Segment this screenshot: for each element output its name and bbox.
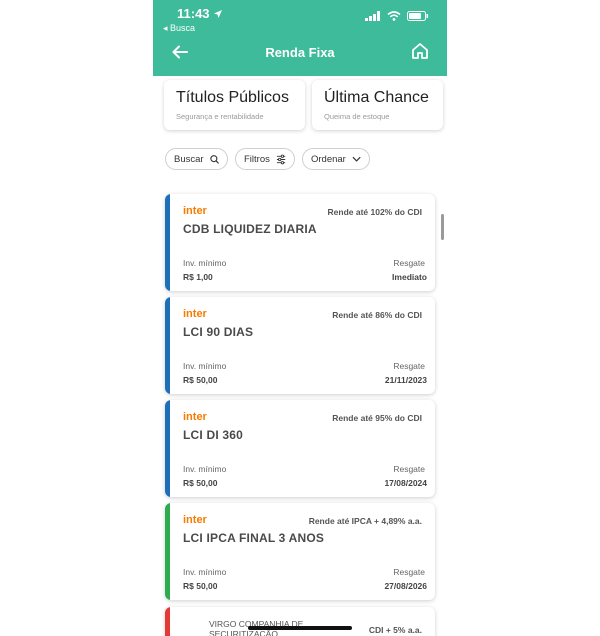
- redemption-value: 27/08/2026: [384, 581, 427, 591]
- product-card[interactable]: inter Rende até 102% do CDI CDB LIQUIDEZ…: [165, 194, 435, 291]
- product-stripe: [165, 194, 170, 291]
- min-investment-value: R$ 50,00: [183, 375, 218, 385]
- signal-icon: [365, 11, 380, 21]
- search-icon: [209, 154, 219, 164]
- chevron-down-icon: [352, 156, 361, 162]
- home-indicator[interactable]: [248, 626, 352, 630]
- product-card[interactable]: inter Rende até 95% do CDI LCI DI 360 In…: [165, 400, 435, 497]
- search-button[interactable]: Buscar: [165, 148, 228, 170]
- issuer-logo: inter: [183, 514, 207, 526]
- product-name: LCI IPCA FINAL 3 ANOS: [183, 531, 325, 545]
- product-stripe: [165, 503, 170, 600]
- product-rate: Rende até 86% do CDI: [332, 310, 422, 320]
- category-title: Títulos Públicos: [176, 89, 289, 106]
- min-investment-label: Inv. mínimo: [183, 361, 227, 371]
- phone-screen: 11:43 ◂ Busca Renda Fixa Títulos Público…: [153, 0, 447, 636]
- min-investment-label: Inv. mínimo: [183, 258, 227, 268]
- product-card[interactable]: inter Rende até IPCA + 4,89% a.a. LCI IP…: [165, 503, 435, 600]
- filters-button[interactable]: Filtros: [235, 148, 295, 170]
- location-arrow-icon: [213, 9, 222, 18]
- redemption-label: Resgate: [393, 464, 425, 474]
- product-rate: Rende até 102% do CDI: [327, 207, 422, 217]
- redemption-label: Resgate: [393, 567, 425, 577]
- wifi-icon: [387, 11, 401, 21]
- category-subtitle: Segurança e rentabilidade: [176, 112, 264, 121]
- category-title: Última Chance: [324, 89, 429, 106]
- product-name: CDB LIQUIDEZ DIARIA: [183, 222, 317, 236]
- sort-button[interactable]: Ordenar: [302, 148, 370, 170]
- product-name: LCI DI 360: [183, 428, 244, 442]
- header-bar: 11:43 ◂ Busca Renda Fixa: [153, 0, 447, 76]
- redemption-value: 17/08/2024: [384, 478, 427, 488]
- status-icons: [365, 11, 429, 21]
- issuer-logo: inter: [183, 411, 207, 423]
- product-stripe: [165, 297, 170, 394]
- redemption-value: 21/11/2023: [384, 375, 427, 385]
- product-rate: Rende até 95% do CDI: [332, 413, 422, 423]
- product-stripe: [165, 400, 170, 497]
- redemption-label: Resgate: [393, 258, 425, 268]
- product-stripe: [165, 607, 170, 636]
- min-investment-label: Inv. mínimo: [183, 567, 227, 577]
- redemption-value: Imediato: [392, 272, 427, 282]
- min-investment-label: Inv. mínimo: [183, 464, 227, 474]
- home-button[interactable]: [411, 42, 429, 62]
- back-to-app-link[interactable]: ◂ Busca: [163, 23, 195, 34]
- category-card-public-bonds[interactable]: Títulos Públicos Segurança e rentabilida…: [164, 80, 305, 130]
- battery-icon: [407, 11, 429, 21]
- min-investment-value: R$ 50,00: [183, 478, 218, 488]
- product-card[interactable]: inter Rende até 86% do CDI LCI 90 DIAS I…: [165, 297, 435, 394]
- issuer-logo: inter: [183, 205, 207, 217]
- product-card-partial[interactable]: VIRGO COMPANHIA DE SECURITIZAÇÃO CDI + 5…: [165, 607, 435, 636]
- product-rate: Rende até IPCA + 4,89% a.a.: [308, 516, 422, 526]
- redemption-label: Resgate: [393, 361, 425, 371]
- min-investment-value: R$ 50,00: [183, 581, 218, 591]
- product-name: LCI 90 DIAS: [183, 325, 254, 339]
- category-subtitle: Queima de estoque: [324, 112, 390, 121]
- status-time: 11:43: [177, 6, 223, 21]
- min-investment-value: R$ 1,00: [183, 272, 213, 282]
- scroll-indicator[interactable]: [441, 214, 444, 240]
- issuer-logo: inter: [183, 308, 207, 320]
- home-icon: [412, 43, 428, 59]
- sliders-icon: [276, 154, 286, 164]
- product-rate: CDI + 5% a.a.: [368, 625, 422, 635]
- category-card-last-chance[interactable]: Última Chance Queima de estoque: [312, 80, 443, 130]
- page-title: Renda Fixa: [265, 45, 335, 60]
